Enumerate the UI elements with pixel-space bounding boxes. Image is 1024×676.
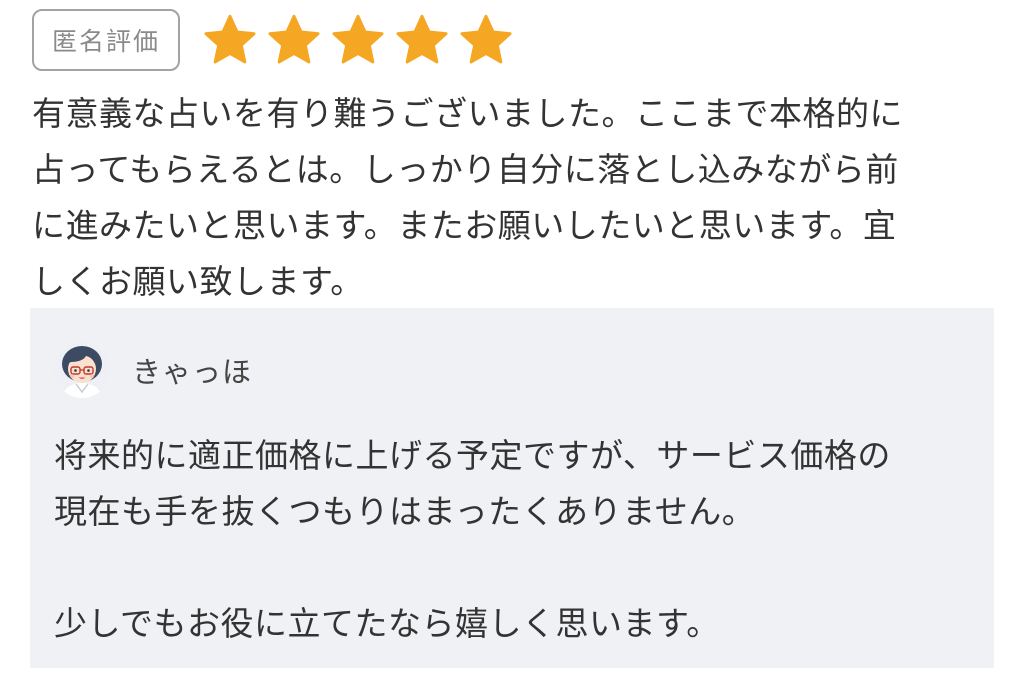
star-icon	[202, 12, 258, 68]
star-icon	[330, 12, 386, 68]
review-text-line: 有意義な占いを有り難うございました。ここまで本格的に	[32, 94, 903, 133]
reply-text-line: 現在も手を抜くつもりはまったくありません。	[54, 492, 756, 531]
reply-author-name[interactable]: きゃっほ	[132, 349, 252, 391]
reply-text: 将来的に適正価格に上げる予定ですが、サービス価格の 現在も手を抜くつもりはまった…	[54, 428, 974, 652]
reply-text-line: 少しでもお役に立てたなら嬉しく思います。	[54, 604, 720, 643]
review-header: 匿名評価	[32, 8, 514, 72]
reply-text-line: 将来的に適正価格に上げる予定ですが、サービス価格の	[54, 436, 891, 475]
star-icon	[266, 12, 322, 68]
review-text-line: に進みたいと思います。またお願いしたいと思います。宜	[32, 206, 897, 245]
anonymous-badge: 匿名評価	[32, 9, 181, 71]
seller-reply-box: きゃっほ 将来的に適正価格に上げる予定ですが、サービス価格の 現在も手を抜くつも…	[30, 308, 994, 668]
star-icon	[458, 12, 514, 68]
star-rating	[202, 12, 514, 68]
review-text-line: しくお願い致します。	[32, 262, 364, 301]
review-text-line: 占ってもらえるとは。しっかり自分に落とし込みながら前	[32, 150, 899, 189]
star-icon	[394, 12, 450, 68]
review-text: 有意義な占いを有り難うございました。ここまで本格的に 占ってもらえるとは。しっか…	[32, 86, 992, 310]
avatar-icon[interactable]	[54, 342, 110, 398]
reply-author: きゃっほ	[54, 342, 252, 398]
